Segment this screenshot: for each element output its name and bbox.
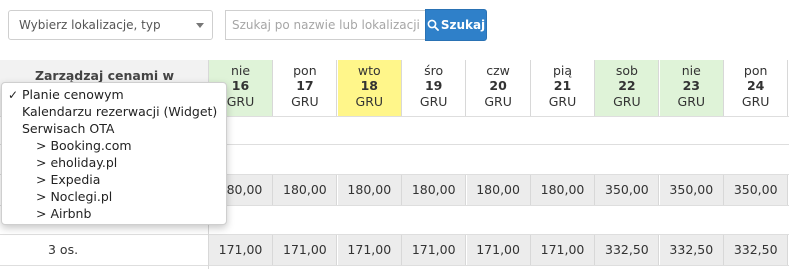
price-cell[interactable]: 332,50 — [724, 235, 789, 265]
search-button-label: Szukaj — [440, 18, 486, 32]
day-header-month: GRU — [419, 94, 448, 109]
dropdown-item-label: > Noclegi.pl — [36, 189, 113, 204]
location-type-select-value: Wybierz lokalizacje, typ — [19, 18, 161, 32]
price-cell[interactable]: 171,00 — [209, 235, 273, 265]
dropdown-item[interactable]: > Booking.com — [2, 137, 226, 154]
price-cell[interactable]: 180,00 — [466, 175, 531, 205]
price-cell[interactable]: 171,00 — [273, 235, 338, 265]
day-header[interactable]: śro 19 GRU — [402, 60, 467, 116]
day-header-date: 18 — [360, 78, 378, 93]
day-header[interactable]: pon 17 GRU — [273, 60, 338, 116]
day-header-date: 23 — [682, 78, 700, 93]
day-header-name: czw — [486, 63, 510, 78]
manage-prices-dropdown: ✓ Planie cenowym Kalendarzu rezerwacji (Wi… — [1, 82, 227, 225]
day-header-date: 20 — [489, 78, 507, 93]
day-header[interactable]: pon 24 GRU — [724, 60, 789, 116]
chevron-down-icon — [196, 23, 204, 28]
day-header-month: GRU — [291, 94, 319, 109]
day-header[interactable]: sob 22 GRU — [595, 60, 660, 116]
day-header-name: pią — [552, 63, 573, 78]
dropdown-item-label: Kalendarzu rezerwacji (Widget) — [22, 104, 218, 119]
day-header-month: GRU — [484, 94, 512, 109]
dropdown-item-label: > Expedia — [36, 172, 101, 187]
search-button[interactable]: Szukaj — [425, 9, 487, 41]
dropdown-item[interactable]: > eholiday.pl — [2, 154, 226, 171]
day-header-name: pon — [743, 63, 768, 78]
day-header-month: GRU — [741, 94, 770, 109]
price-cell[interactable]: 171,00 — [337, 235, 402, 265]
price-cell[interactable]: 180,00 — [337, 175, 402, 205]
price-cell[interactable]: 171,00 — [402, 235, 467, 265]
day-header-date: 24 — [746, 78, 765, 93]
day-header-month: GRU — [548, 94, 577, 109]
day-header[interactable]: wto 18 GRU — [337, 60, 402, 116]
day-header-name: pon — [293, 63, 317, 78]
search-input[interactable] — [225, 10, 425, 40]
price-cell[interactable]: 350,00 — [724, 175, 789, 205]
price-cell[interactable]: 332,50 — [595, 235, 660, 265]
day-header-name: sob — [615, 63, 638, 78]
day-header[interactable]: nie 23 GRU — [659, 60, 724, 116]
day-header-date: 21 — [553, 78, 572, 93]
dropdown-item-label: Planie cenowym — [22, 87, 124, 102]
day-header-date: 19 — [424, 78, 443, 93]
dropdown-item[interactable]: Serwisach OTA — [2, 120, 226, 137]
price-cell[interactable]: 171,00 — [466, 235, 531, 265]
dropdown-item-label: Serwisach OTA — [22, 121, 115, 136]
price-cell[interactable]: 350,00 — [595, 175, 660, 205]
day-header-month: GRU — [677, 94, 706, 109]
day-header-date: 22 — [618, 78, 636, 93]
day-header[interactable]: pią 21 GRU — [531, 60, 595, 116]
dropdown-item[interactable]: > Airbnb — [2, 205, 226, 222]
day-header-name: nie — [230, 63, 251, 78]
dropdown-list: ✓ Planie cenowym Kalendarzu rezerwacji (Wi… — [2, 86, 226, 222]
dropdown-item[interactable]: > Expedia — [2, 171, 226, 188]
day-header-month: GRU — [355, 94, 384, 109]
price-cell[interactable]: 350,00 — [659, 175, 724, 205]
day-header-month: GRU — [613, 94, 641, 109]
divider — [0, 265, 789, 266]
dropdown-item[interactable]: ✓ Planie cenowym — [2, 86, 226, 103]
day-header[interactable]: czw 20 GRU — [466, 60, 531, 116]
search-icon — [427, 19, 439, 31]
dropdown-item[interactable]: Kalendarzu rezerwacji (Widget) — [2, 103, 226, 120]
manage-prices-label: Zarządzaj cenami w — [34, 68, 175, 83]
price-cell[interactable]: 171,00 — [531, 235, 595, 265]
day-header-name: nie — [681, 63, 701, 78]
price-row-label: 3 os. — [0, 235, 209, 265]
checkmark-icon: ✓ — [8, 88, 19, 102]
dropdown-item-label: > Airbnb — [36, 206, 92, 221]
dropdown-item-label: > eholiday.pl — [36, 155, 118, 170]
price-cell[interactable]: 180,00 — [531, 175, 595, 205]
day-header-name: śro — [424, 63, 444, 78]
location-type-select[interactable]: Wybierz lokalizacje, typ — [8, 10, 213, 40]
dropdown-item-label: > Booking.com — [36, 138, 132, 153]
day-header-date: 17 — [296, 78, 314, 93]
price-cell[interactable]: 180,00 — [273, 175, 338, 205]
day-header-name: wto — [357, 63, 381, 78]
price-row: 3 os. 171,00 171,00 171,00 171,00 171,00 171,… — [0, 235, 789, 265]
price-cell[interactable]: 332,50 — [659, 235, 724, 265]
price-cell[interactable]: 180,00 — [402, 175, 467, 205]
dropdown-item[interactable]: > Noclegi.pl — [2, 188, 226, 205]
